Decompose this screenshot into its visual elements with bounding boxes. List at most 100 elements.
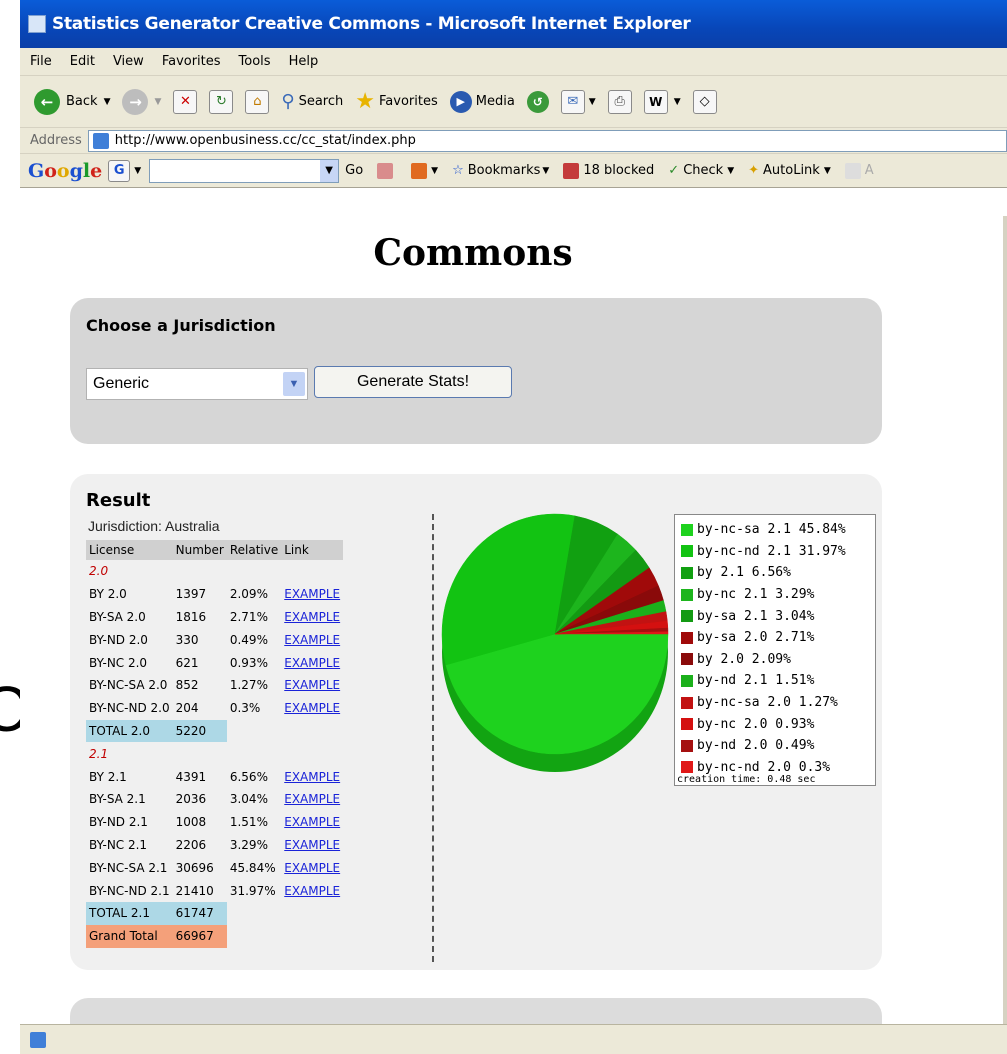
spellcheck-button[interactable]: ✓ Check ▼	[668, 163, 734, 178]
check-label: Check	[683, 163, 724, 178]
cell-relative: 31.97%	[229, 883, 276, 898]
home-button[interactable]: ⌂	[245, 89, 270, 114]
cell-license: BY-NC-SA 2.0	[89, 678, 168, 693]
legend-swatch	[681, 696, 693, 709]
search-button[interactable]: ⚲ Search	[281, 91, 343, 112]
example-link[interactable]: EXAMPLE	[281, 651, 343, 674]
jurisdiction-panel: Choose a Jurisdiction Generic ▼ Generate…	[70, 298, 882, 444]
menu-view[interactable]: View	[113, 54, 144, 69]
forward-button[interactable]: → ▼	[122, 88, 162, 115]
bookmarks-label: Bookmarks	[467, 163, 541, 178]
cell-number: 204	[175, 701, 199, 716]
back-label: Back	[66, 94, 98, 109]
example-link[interactable]: EXAMPLE	[281, 834, 343, 857]
discuss-button[interactable]: ◇	[692, 89, 717, 114]
back-button[interactable]: ← Back ▼	[34, 88, 110, 115]
chevron-down-icon: ▼	[154, 96, 162, 107]
table-row: BY-NC-SA 2.1 30696 45.84% EXAMPLE	[86, 856, 343, 879]
autofill-label: A	[864, 163, 874, 178]
menu-file[interactable]: File	[30, 54, 52, 69]
example-link[interactable]: EXAMPLE	[281, 583, 343, 606]
legend-label: by 2.1 6.56%	[697, 565, 791, 581]
stats-table: License Number Relative Link 2.0 BY 2.0 13…	[86, 540, 344, 948]
example-link[interactable]: EXAMPLE	[281, 856, 343, 879]
title-bar[interactable]: Statistics Generator Creative Commons - …	[20, 0, 1007, 48]
window-title: Statistics Generator Creative Commons - …	[52, 14, 691, 34]
blocked-label: 18 blocked	[583, 163, 655, 178]
cell-relative: 0.93%	[229, 655, 268, 670]
cell-relative: 3.29%	[229, 837, 268, 852]
word-icon: W	[643, 89, 668, 114]
jurisdiction-select[interactable]: Generic ▼	[86, 368, 308, 400]
legend-swatch	[681, 631, 693, 644]
autolink-button[interactable]: ✦ AutoLink ▼	[748, 163, 831, 178]
example-link[interactable]: EXAMPLE	[281, 674, 343, 697]
cell-link	[281, 925, 343, 948]
pagerank-button[interactable]	[377, 162, 397, 179]
bookmarks-button[interactable]: ☆ Bookmarks ▼	[452, 163, 549, 178]
cell-number: 1008	[175, 815, 207, 830]
cell-relative: 1.51%	[229, 815, 268, 830]
next-panel	[70, 998, 882, 1024]
menu-edit[interactable]: Edit	[70, 54, 95, 69]
edit-word-button[interactable]: W ▼	[643, 89, 681, 114]
google-logo[interactable]: Google	[28, 160, 102, 182]
history-button[interactable]: ↺	[526, 90, 549, 113]
popup-blocker-icon	[563, 162, 580, 179]
table-header: License Number Relative Link	[86, 540, 344, 560]
google-menu-icon[interactable]: G	[108, 159, 131, 182]
background-window-edge: C	[0, 0, 28, 1054]
legend-item: by-nc-sa 2.0 1.27%	[681, 692, 871, 714]
chevron-down-icon[interactable]: ▼	[283, 372, 305, 396]
legend-item: by-sa 2.1 3.04%	[681, 605, 871, 627]
legend-item: by-nc 2.0 0.93%	[681, 713, 871, 735]
example-link[interactable]: EXAMPLE	[281, 606, 343, 629]
cell-number: 1397	[175, 587, 207, 602]
generate-stats-button[interactable]: Generate Stats!	[314, 366, 512, 398]
chevron-down-icon: ▼	[431, 165, 439, 176]
mail-button[interactable]: ✉ ▼	[560, 89, 596, 114]
go-label: Go	[345, 163, 364, 178]
legend-swatch	[681, 718, 693, 731]
example-link[interactable]: EXAMPLE	[281, 879, 343, 902]
media-button[interactable]: ▶ Media	[449, 90, 515, 113]
version-label: 2.1	[89, 746, 109, 761]
popup-blocker-button[interactable]: 18 blocked	[563, 162, 655, 179]
stop-button[interactable]: ✕	[173, 89, 198, 114]
result-panel: Result Jurisdiction: Australia License N…	[70, 474, 882, 970]
example-link[interactable]: EXAMPLE	[281, 628, 343, 651]
example-link[interactable]: EXAMPLE	[281, 788, 343, 811]
cell-number: 61747	[172, 901, 227, 925]
example-link[interactable]: EXAMPLE	[281, 811, 343, 834]
google-go-button[interactable]: Go	[345, 163, 363, 178]
highlight-button[interactable]: ▼	[411, 162, 439, 179]
vertical-scrollbar[interactable]	[1003, 216, 1007, 1024]
cell-license: BY 2.1	[89, 769, 127, 784]
legend-item: by-nd 2.0 0.49%	[681, 735, 871, 757]
address-input[interactable]: http://www.openbusiness.cc/cc_stat/index…	[87, 129, 1007, 152]
legend-swatch	[681, 610, 693, 623]
mail-icon: ✉	[560, 89, 585, 114]
google-search-input[interactable]: ▼	[149, 158, 340, 183]
legend-item: by 2.0 2.09%	[681, 649, 871, 671]
menu-tools[interactable]: Tools	[239, 54, 271, 69]
favorites-button[interactable]: ★ Favorites	[355, 89, 437, 114]
search-label: Search	[298, 94, 344, 109]
media-label: Media	[475, 94, 515, 109]
legend-swatch	[681, 653, 693, 666]
menu-help[interactable]: Help	[289, 54, 319, 69]
cell-license: BY-NC-SA 2.1	[89, 860, 168, 875]
refresh-button[interactable]: ↻	[209, 89, 234, 114]
chevron-down-icon[interactable]: ▼	[320, 159, 339, 182]
print-button[interactable]: ⎙	[607, 89, 632, 114]
menu-favorites[interactable]: Favorites	[162, 54, 221, 69]
example-link[interactable]: EXAMPLE	[281, 697, 343, 720]
example-link[interactable]: EXAMPLE	[281, 765, 343, 788]
chevron-down-icon[interactable]: ▼	[134, 166, 141, 176]
chevron-down-icon: ▼	[823, 165, 831, 176]
media-icon: ▶	[449, 90, 472, 113]
menu-bar: File Edit View Favorites Tools Help	[20, 48, 1007, 76]
autofill-button[interactable]: A	[844, 162, 874, 179]
cell-number: 4391	[175, 769, 207, 784]
col-number: Number	[172, 540, 227, 560]
